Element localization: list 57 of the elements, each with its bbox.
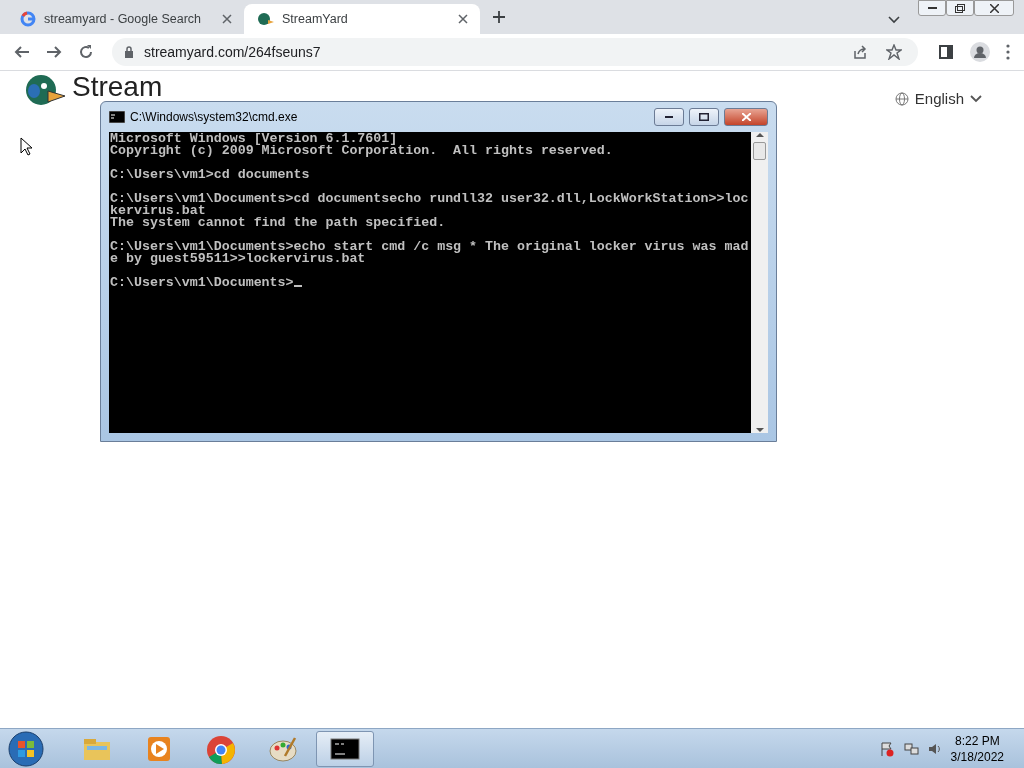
star-icon bbox=[886, 44, 902, 60]
close-button[interactable] bbox=[974, 0, 1014, 16]
console-icon bbox=[109, 111, 125, 123]
window-title: C:\Windows\system32\cmd.exe bbox=[130, 109, 299, 126]
chevron-icon bbox=[888, 16, 900, 24]
duck-icon bbox=[256, 11, 274, 27]
chevron-icon bbox=[970, 95, 982, 104]
minimize-button[interactable] bbox=[918, 0, 946, 16]
close-icon[interactable] bbox=[222, 14, 232, 24]
globe-icon bbox=[894, 92, 909, 107]
clock[interactable]: 8:22 PM 3/18/2022 bbox=[950, 732, 1004, 765]
minimize-button[interactable] bbox=[654, 108, 684, 126]
close-button[interactable] bbox=[724, 108, 768, 126]
maximize-button[interactable] bbox=[689, 108, 719, 126]
mouse-pointer-icon bbox=[20, 137, 33, 156]
console-line: C:\Users\vm1\Documents>cd documentsecho rundll32 user32.dll,LockWorkStation>>loc bbox=[110, 191, 749, 206]
windows-orb-icon bbox=[8, 730, 44, 767]
share-icon bbox=[852, 44, 868, 60]
minimize-icon bbox=[927, 7, 937, 9]
console-line: kervirus.bat bbox=[110, 203, 206, 218]
close-icon bbox=[989, 3, 999, 13]
close-icon[interactable] bbox=[458, 14, 468, 24]
plus-icon bbox=[492, 10, 506, 24]
taskbar-app[interactable] bbox=[316, 730, 374, 767]
flag-icon[interactable] bbox=[878, 740, 895, 757]
minimize-icon bbox=[665, 116, 673, 118]
console-line: Microsoft Windows [Version 6.1.7601] bbox=[110, 131, 398, 146]
address-bar[interactable]: streamyard.com/264fseuns7 bbox=[112, 38, 918, 66]
arrow-right-icon bbox=[46, 44, 62, 60]
text-cursor bbox=[293, 285, 302, 287]
language-selector[interactable]: English bbox=[888, 87, 988, 112]
scroll-down-icon bbox=[755, 427, 764, 433]
clock-time: 8:22 PM bbox=[953, 732, 1001, 749]
arrow-left-icon bbox=[14, 44, 30, 60]
reload-icon bbox=[78, 44, 94, 60]
kebab-menu-icon bbox=[1006, 44, 1010, 60]
console-line: e by guest59511>>lockervirus.bat bbox=[110, 251, 366, 266]
close-icon bbox=[741, 113, 751, 121]
lock-icon bbox=[124, 46, 134, 58]
maximize-icon bbox=[699, 113, 709, 121]
chrome-icon bbox=[205, 733, 237, 764]
console-line: C:\Users\vm1\Documents> bbox=[110, 275, 294, 290]
console-line: C:\Users\vm1\Documents>echo start cmd /c msg * The original locker virus was mad bbox=[110, 239, 749, 254]
avatar-icon bbox=[970, 42, 990, 62]
browser-tab[interactable]: StreamYard bbox=[244, 4, 480, 34]
clock-date: 3/18/2022 bbox=[950, 748, 1004, 765]
restore-icon bbox=[955, 3, 965, 13]
restore-button[interactable] bbox=[946, 0, 974, 16]
browser-tab[interactable]: streamyard - Google Search bbox=[8, 4, 244, 34]
side-panel-icon bbox=[938, 44, 954, 60]
console-line: The system cannot find the path specified. bbox=[110, 215, 446, 230]
scroll-thumb[interactable] bbox=[753, 142, 766, 160]
network-icon[interactable] bbox=[902, 740, 919, 757]
logo-text: Stream bbox=[72, 73, 163, 101]
google-icon bbox=[20, 11, 36, 27]
scroll-up-icon bbox=[755, 132, 764, 138]
console-line: C:\Users\vm1>cd documents bbox=[110, 167, 310, 182]
